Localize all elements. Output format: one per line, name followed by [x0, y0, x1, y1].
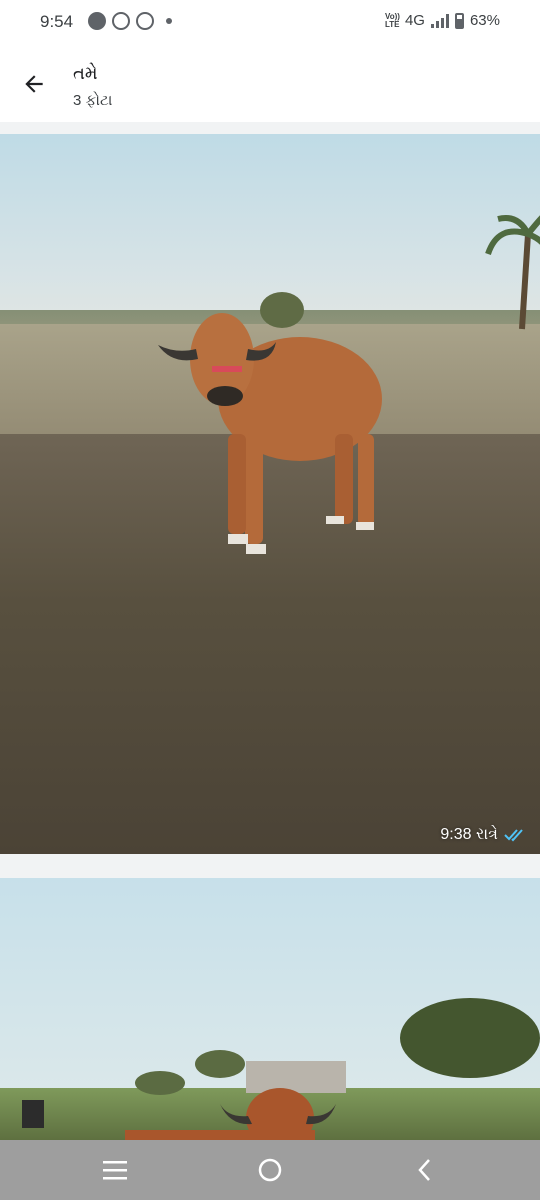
volte-label: Vo)) LTE — [384, 11, 400, 29]
home-icon — [258, 1158, 282, 1182]
app-bar: તમે 3 ફોટા — [0, 46, 540, 122]
screen-record-icon — [136, 12, 154, 30]
sync-icon — [88, 12, 106, 30]
status-right: Vo)) LTE 4G 63% — [385, 12, 500, 29]
recent-apps-button[interactable] — [85, 1150, 145, 1190]
system-back-button[interactable] — [395, 1150, 455, 1190]
message-timestamp: 9:38 રાત્રે — [440, 826, 526, 844]
back-icon — [418, 1159, 430, 1181]
page-title: તમે — [73, 63, 98, 83]
dot-icon — [166, 18, 172, 24]
timestamp-text: 9:38 રાત્રે — [440, 826, 498, 843]
photo-item[interactable]: 9:38 રાત્રે — [0, 134, 540, 854]
photo-count: 3 ફોટા — [73, 92, 113, 109]
status-left-icons — [88, 12, 172, 30]
battery-level: 63% — [469, 12, 500, 29]
whatsapp-icon — [112, 12, 130, 30]
back-button[interactable] — [14, 64, 54, 104]
photo-item[interactable] — [0, 878, 540, 1140]
network-type: 4G — [404, 12, 425, 29]
cow-image — [158, 215, 540, 554]
battery-icon — [454, 12, 464, 29]
double-check-icon — [504, 829, 523, 842]
status-bar: 9:54 Vo)) LTE 4G 63% — [0, 0, 540, 46]
arrow-left-icon — [25, 75, 43, 93]
divider — [0, 122, 540, 134]
divider — [0, 854, 540, 878]
cow-image — [22, 998, 540, 1140]
recent-apps-icon — [103, 1161, 127, 1180]
home-button[interactable] — [240, 1150, 300, 1190]
navigation-bar — [0, 1140, 540, 1200]
signal-icon — [430, 13, 449, 28]
status-time: 9:54 — [40, 12, 74, 31]
